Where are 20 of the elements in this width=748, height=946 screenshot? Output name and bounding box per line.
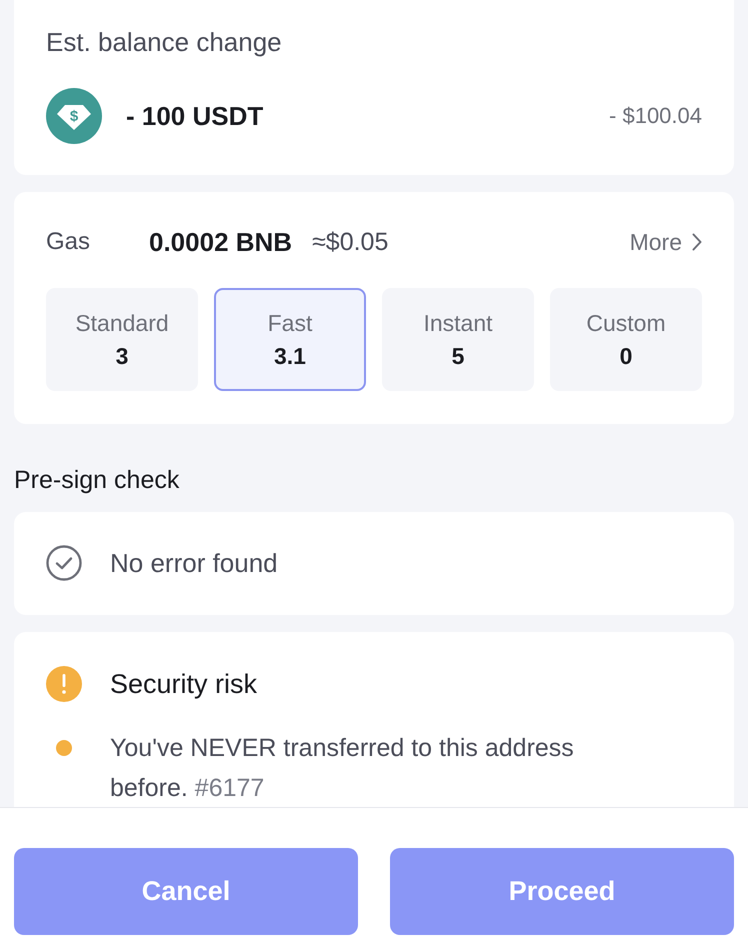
fiat-value: - $100.04 xyxy=(609,103,702,129)
check-circle-icon xyxy=(46,545,82,581)
gas-label: Gas xyxy=(46,228,92,256)
gas-speed-option[interactable]: Standard 3 xyxy=(46,288,198,391)
gas-speed-option[interactable]: Fast 3.1 xyxy=(214,288,366,391)
section-title: Est. balance change xyxy=(46,26,283,58)
chevron-right-icon xyxy=(692,233,702,251)
token-amount: - 100 USDT xyxy=(126,100,264,132)
gas-speed-option[interactable]: Custom 0 xyxy=(550,288,702,391)
token-icon: $ xyxy=(46,88,102,144)
check-result-text: No error found xyxy=(110,548,278,578)
gas-fiat-value: ≈$0.05 xyxy=(312,228,388,256)
risk-message: You've NEVER transferred to this address before. #6177 xyxy=(110,733,575,804)
bullet-dot-icon xyxy=(56,740,72,756)
gas-speed-option[interactable]: Instant 5 xyxy=(382,288,534,391)
section-heading: Pre-sign check xyxy=(14,465,180,496)
warning-icon xyxy=(46,666,82,702)
risk-title: Security risk xyxy=(110,668,258,700)
more-button[interactable]: More xyxy=(630,228,702,256)
gas-amount: 0.0002 BNB xyxy=(149,226,292,258)
